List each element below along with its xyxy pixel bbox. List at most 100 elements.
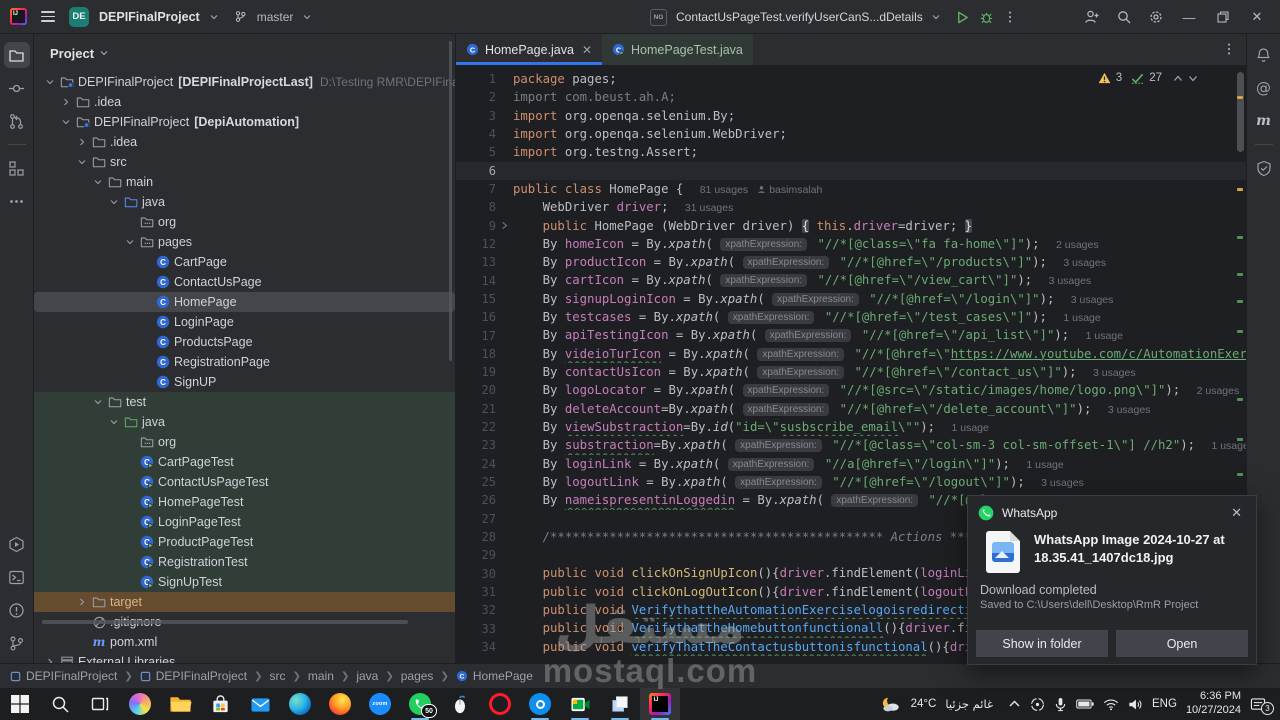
code-line[interactable]: 4import org.openqa.selenium.WebDriver; <box>456 125 1246 143</box>
tree-item-main[interactable]: main <box>34 172 455 192</box>
settings-button[interactable] <box>1142 4 1170 30</box>
tree-item-external-libraries[interactable]: External Libraries <box>34 652 455 663</box>
line-number[interactable]: 5 <box>456 145 500 159</box>
tree-item-src[interactable]: src <box>34 152 455 172</box>
tree-item-pages[interactable]: pages <box>34 232 455 252</box>
line-number[interactable]: 18 <box>456 347 500 361</box>
tree-item--idea[interactable]: .idea <box>34 132 455 152</box>
tree-item-depifinalproject[interactable]: DEPIFinalProject[DepiAutomation] <box>34 112 455 132</box>
tree-item-cartpagetest[interactable]: CCartPageTest <box>34 452 455 472</box>
code-line[interactable]: 18 By videioTurIcon = By.xpath( xpathExp… <box>456 345 1246 363</box>
copilot-taskbar-button[interactable] <box>120 688 160 720</box>
search-everywhere-button[interactable] <box>1110 4 1138 30</box>
line-number[interactable]: 33 <box>456 622 500 636</box>
line-number[interactable]: 1 <box>456 72 500 86</box>
code-line[interactable]: 6 <box>456 162 1246 180</box>
line-number[interactable]: 26 <box>456 493 500 507</box>
tree-chevron-icon[interactable] <box>122 236 138 248</box>
breadcrumb-item[interactable]: java <box>356 669 378 683</box>
project-tree-vertical-scrollbar[interactable] <box>449 41 452 361</box>
camtasia-taskbar-button[interactable] <box>520 688 560 720</box>
code-line[interactable]: 23 By substraction=By.xpath( xpathExpres… <box>456 436 1246 454</box>
dependencies-tool-button[interactable] <box>1251 155 1277 181</box>
volume-icon[interactable] <box>1128 698 1143 711</box>
line-number[interactable]: 4 <box>456 127 500 141</box>
problems-tool-button[interactable] <box>4 597 30 623</box>
tree-chevron-icon[interactable] <box>58 96 74 108</box>
tree-chevron-icon[interactable] <box>106 416 122 428</box>
line-number[interactable]: 31 <box>456 585 500 599</box>
line-number[interactable]: 6 <box>456 164 500 178</box>
notifications-tool-button[interactable] <box>1251 42 1277 68</box>
tree-chevron-icon[interactable] <box>42 76 58 88</box>
language-indicator[interactable]: ENG <box>1152 698 1177 710</box>
task-view-taskbar-button[interactable] <box>80 688 120 720</box>
tab-homepage-java[interactable]: C HomePage.java ✕ <box>456 34 602 65</box>
line-number[interactable]: 28 <box>456 530 500 544</box>
tree-item-target[interactable]: target <box>34 592 455 612</box>
line-number[interactable]: 2 <box>456 90 500 104</box>
tree-item-contactuspage[interactable]: CContactUsPage <box>34 272 455 292</box>
code-line[interactable]: 20 By logoLocator = By.xpath( xpathExpre… <box>456 381 1246 399</box>
line-number[interactable]: 22 <box>456 420 500 434</box>
microphone-icon[interactable] <box>1054 697 1067 712</box>
services-tool-button[interactable] <box>4 531 30 557</box>
code-line[interactable]: 7public class HomePage { 81 usagesbasims… <box>456 180 1246 198</box>
code-line[interactable]: 14 By cartIcon = By.xpath( xpathExpressi… <box>456 271 1246 289</box>
tree-item-signuptest[interactable]: CSignUpTest <box>34 572 455 592</box>
code-line[interactable]: 8 WebDriver driver; 31 usages <box>456 198 1246 216</box>
action-center-button[interactable]: 3 <box>1250 697 1270 712</box>
code-line[interactable]: 15 By signupLoginIcon = By.xpath( xpathE… <box>456 290 1246 308</box>
opera-taskbar-button[interactable] <box>480 688 520 720</box>
breadcrumb-item[interactable]: CHomePage <box>456 669 533 683</box>
tab-homepagetest-java[interactable]: C HomePageTest.java <box>602 34 753 65</box>
line-number[interactable]: 9 <box>456 219 500 233</box>
tree-item-productpagetest[interactable]: CProductPageTest <box>34 532 455 552</box>
show-in-folder-button[interactable]: Show in folder <box>976 630 1108 657</box>
tree-chevron-icon[interactable] <box>106 196 122 208</box>
tree-item-depifinalproject[interactable]: DEPIFinalProject[DEPIFinalProjectLast]D:… <box>34 72 455 92</box>
tree-item-registrationtest[interactable]: CRegistrationTest <box>34 552 455 572</box>
breadcrumb-item[interactable]: DEPIFinalProject <box>10 669 117 683</box>
whatsapp-taskbar-button[interactable]: 50 <box>400 688 440 720</box>
tree-item-homepage[interactable]: CHomePage <box>34 292 455 312</box>
main-menu-button[interactable] <box>37 7 59 26</box>
breadcrumb-item[interactable]: pages <box>401 669 434 683</box>
maven-tool-button[interactable]: m <box>1251 108 1277 134</box>
tree-item-java[interactable]: java <box>34 412 455 432</box>
line-number[interactable]: 34 <box>456 640 500 654</box>
line-number[interactable]: 8 <box>456 200 500 214</box>
more-tool-windows-button[interactable] <box>4 188 30 214</box>
tray-expand-icon[interactable] <box>1008 699 1021 709</box>
store-taskbar-button[interactable] <box>200 688 240 720</box>
firefox-taskbar-button[interactable] <box>320 688 360 720</box>
line-number[interactable]: 25 <box>456 475 500 489</box>
line-number[interactable]: 12 <box>456 237 500 251</box>
line-number[interactable]: 13 <box>456 255 500 269</box>
code-with-me-button[interactable] <box>1078 4 1106 30</box>
tree-item-productspage[interactable]: CProductsPage <box>34 332 455 352</box>
close-button[interactable]: ✕ <box>1242 2 1272 32</box>
minimize-button[interactable]: — <box>1174 2 1204 32</box>
battery-icon[interactable] <box>1076 698 1094 710</box>
weather-condition[interactable]: غائم جزئيا <box>945 697 993 711</box>
tree-item-registrationpage[interactable]: CRegistrationPage <box>34 352 455 372</box>
pull-requests-tool-button[interactable] <box>4 108 30 134</box>
tree-chevron-icon[interactable] <box>90 396 106 408</box>
taskbar-clock[interactable]: 6:36 PM 10/27/2024 <box>1186 690 1241 718</box>
project-name[interactable]: DEPIFinalProject <box>99 10 200 24</box>
tree-item-java[interactable]: java <box>34 192 455 212</box>
tree-item-signup[interactable]: CSignUP <box>34 372 455 392</box>
code-line[interactable]: 5import org.testng.Assert; <box>456 143 1246 161</box>
code-line[interactable]: 22 By viewSubstraction=By.id("id=\"susbs… <box>456 418 1246 436</box>
line-number[interactable]: 21 <box>456 402 500 416</box>
scrollbar-thumb[interactable] <box>1237 72 1244 152</box>
tree-item--idea[interactable]: .idea <box>34 92 455 112</box>
line-number[interactable]: 19 <box>456 365 500 379</box>
tab-close-icon[interactable]: ✕ <box>582 43 592 57</box>
tree-chevron-icon[interactable] <box>58 116 74 128</box>
open-button[interactable]: Open <box>1116 630 1248 657</box>
tree-item-loginpage[interactable]: CLoginPage <box>34 312 455 332</box>
line-number[interactable]: 3 <box>456 109 500 123</box>
weather-icon[interactable] <box>880 695 902 713</box>
